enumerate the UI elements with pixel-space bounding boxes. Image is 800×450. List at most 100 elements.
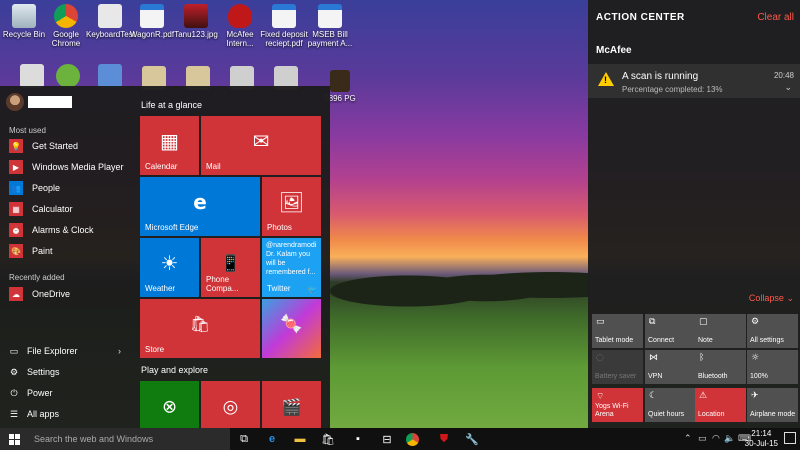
clear-all-link[interactable]: Clear all: [757, 12, 794, 23]
taskbar-search-box[interactable]: Search the web and Windows: [28, 428, 230, 450]
tile-label: Phone Compa...: [206, 275, 239, 293]
quick-action-tablet-mode[interactable]: ▭ Tablet mode: [592, 314, 643, 348]
tile-photos[interactable]: 🖼 Photos: [262, 177, 321, 236]
bottom-label: Power: [27, 388, 53, 398]
keyboard-icon: [98, 4, 122, 28]
app-paint[interactable]: 🎨 Paint: [9, 242, 127, 260]
quick-action-quiet-hours[interactable]: ☾ Quiet hours: [645, 388, 696, 422]
quick-action-vpn[interactable]: ⋈ VPN: [645, 350, 696, 384]
windows-logo-icon: [8, 433, 20, 445]
action-center-tray-icon[interactable]: [784, 432, 796, 444]
quick-action-airplane-mode[interactable]: ✈ Airplane mode: [747, 388, 798, 422]
app-taskbar-icon[interactable]: ▪: [350, 431, 366, 447]
app-taskbar-icon[interactable]: ⊟: [379, 431, 395, 447]
volume-tray-icon[interactable]: 🔈: [724, 434, 735, 444]
app-alarms-clock[interactable]: ⏰ Alarms & Clock: [9, 221, 127, 239]
media-player-icon: ▶: [9, 160, 23, 174]
quick-action-battery-saver[interactable]: ◌ Battery saver: [592, 350, 643, 384]
start-menu: Most used 💡 Get Started ▶ Windows Media …: [0, 86, 330, 428]
taskbar-clock[interactable]: 21:14 30-Jul-15: [745, 429, 778, 449]
music-disc-icon: ◎: [222, 396, 239, 418]
tile-groove-music[interactable]: ◎: [201, 381, 260, 428]
people-icon: 👥: [9, 181, 23, 195]
pdf-icon: [272, 4, 296, 28]
battery-tray-icon[interactable]: ▭: [698, 434, 707, 444]
task-view-icon[interactable]: ⧉: [236, 431, 252, 447]
taskbar: Search the web and Windows ⧉ e ▬ 🛍 ▪ ⊟ ⛊…: [0, 428, 800, 450]
network-tray-icon[interactable]: ◠: [712, 434, 720, 444]
quick-action-location[interactable]: ⚠ Location: [695, 388, 746, 422]
user-account[interactable]: [6, 93, 72, 111]
candy-crush-icon: 🍬: [280, 313, 303, 335]
desktop-icon-mseb[interactable]: MSEB Bill payment A...: [306, 4, 354, 48]
xbox-icon: ⊗: [161, 396, 178, 418]
start-settings[interactable]: ⚙ Settings: [9, 364, 127, 380]
desktop-icon-mcafee[interactable]: McAfee Intern...: [216, 4, 264, 48]
brightness-icon: ☼: [751, 353, 760, 363]
chevron-up-icon[interactable]: ⌃: [684, 434, 692, 444]
quick-action-bluetooth[interactable]: ᛒ Bluetooth: [695, 350, 746, 384]
sun-icon: ☀: [160, 250, 179, 275]
start-button[interactable]: [0, 428, 28, 450]
quick-action-label: VPN: [648, 373, 663, 380]
mcafee-taskbar-icon[interactable]: ⛊: [436, 431, 452, 447]
quick-action-all-settings[interactable]: ⚙ All settings: [747, 314, 798, 348]
app-taskbar-icon[interactable]: 🔧: [464, 431, 480, 447]
tile-weather[interactable]: ☀ Weather: [140, 238, 199, 297]
store-taskbar-icon[interactable]: 🛍: [320, 431, 336, 447]
quick-action-brightness[interactable]: ☼ 100%: [747, 350, 798, 384]
image-file-icon: [330, 70, 350, 92]
quick-action-connect[interactable]: ⧉ Connect: [645, 314, 696, 348]
app-windows-media-player[interactable]: ▶ Windows Media Player: [9, 158, 127, 176]
chrome-taskbar-icon[interactable]: [406, 433, 419, 446]
quick-action-note[interactable]: ▢ Note: [695, 314, 746, 348]
desktop-icon-recycle-bin[interactable]: Recycle Bin: [0, 4, 48, 39]
tile-microsoft-edge[interactable]: e Microsoft Edge: [140, 177, 260, 236]
start-power[interactable]: ⏻ Power: [9, 385, 127, 401]
tile-twitter[interactable]: @narendramodi Dr. Kalam you will be reme…: [262, 238, 321, 297]
collapse-label: Collapse: [748, 293, 784, 303]
collapse-button[interactable]: Collapse ⌄: [749, 293, 794, 304]
file-explorer-taskbar-icon[interactable]: ▬: [292, 431, 308, 447]
search-placeholder: Search the web and Windows: [34, 434, 154, 444]
desktop-icon-fixed-deposit[interactable]: Fixed deposit reciept.pdf: [260, 4, 308, 48]
app-people[interactable]: 👥 People: [9, 179, 127, 197]
computer-icon: [98, 64, 122, 88]
app-label: Get Started: [32, 141, 79, 151]
action-center: ACTION CENTER Clear all McAfee ! A scan …: [588, 0, 800, 428]
chevron-right-icon[interactable]: ›: [118, 346, 121, 356]
tile-xbox[interactable]: ⊗: [140, 381, 199, 428]
start-all-apps[interactable]: ☰ All apps: [9, 406, 127, 422]
moon-icon: ☾: [649, 391, 658, 401]
tile-candy-crush[interactable]: 🍬: [262, 299, 321, 358]
desktop-icon-keyboardtest[interactable]: KeyboardTest: [86, 4, 135, 39]
desktop-icon-label: MSEB Bill payment A...: [307, 30, 353, 48]
start-file-explorer[interactable]: ▭ File Explorer ›: [9, 343, 127, 359]
app-get-started[interactable]: 💡 Get Started: [9, 137, 127, 155]
chevron-down-icon[interactable]: ⌄: [784, 82, 792, 93]
edge-taskbar-icon[interactable]: e: [264, 431, 280, 447]
notification-app-name: McAfee: [596, 45, 632, 56]
tile-mail[interactable]: ✉ Mail: [201, 116, 321, 175]
tile-label: Photos: [267, 223, 292, 232]
tile-phone-companion[interactable]: 📱 Phone Compa...: [201, 238, 260, 297]
action-center-title: ACTION CENTER: [596, 12, 685, 23]
notification-subtitle: Percentage completed: 13%: [622, 85, 723, 94]
desktop-icon-chrome[interactable]: Google Chrome: [42, 4, 90, 48]
quick-action-label: Bluetooth: [698, 373, 728, 380]
app-calculator[interactable]: ▦ Calculator: [9, 200, 127, 218]
notification-mcafee-scan[interactable]: ! A scan is running Percentage completed…: [588, 64, 800, 98]
paint-icon: 🎨: [9, 244, 23, 258]
twitter-text: @narendramodi Dr. Kalam you will be reme…: [266, 242, 317, 276]
quick-action-wifi[interactable]: ⌔ Yogs Wi-Fi Arena: [592, 388, 643, 422]
tile-movies-tv[interactable]: 🎬: [262, 381, 321, 428]
desktop-icon-tanu[interactable]: Tanu123.jpg: [172, 4, 220, 39]
quick-action-label: Location: [698, 411, 725, 418]
desktop-icon-wagonr[interactable]: WagonR.pdf: [128, 4, 176, 39]
tile-store[interactable]: 🛍 Store: [140, 299, 260, 358]
app-onedrive[interactable]: ☁ OneDrive: [9, 285, 127, 303]
tile-label: Microsoft Edge: [145, 223, 199, 232]
pdf-icon: [140, 4, 164, 28]
tiles-heading-life: Life at a glance: [141, 100, 203, 110]
tile-calendar[interactable]: ▦ Calendar: [140, 116, 199, 175]
